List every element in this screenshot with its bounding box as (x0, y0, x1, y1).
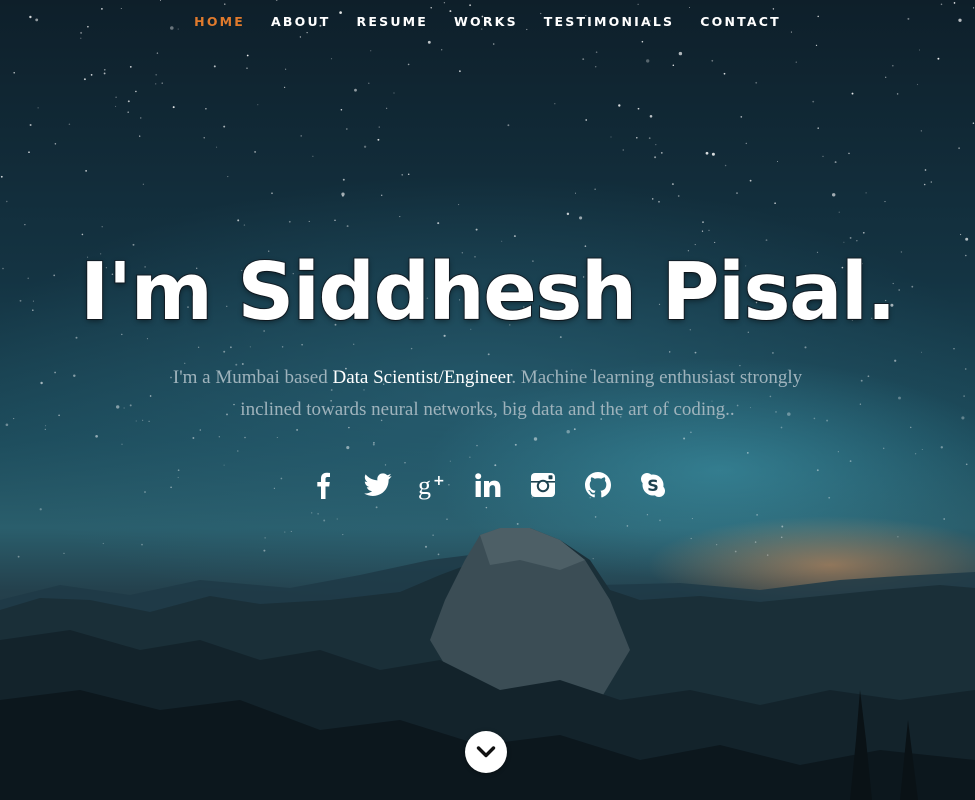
facebook-link[interactable] (295, 465, 350, 505)
main-nav: HOME ABOUT RESUME WORKS TESTIMONIALS CONTACT (0, 0, 975, 44)
skype-link[interactable]: S (625, 465, 680, 505)
google-plus-icon: g + (418, 471, 445, 500)
linkedin-link[interactable] (460, 465, 515, 505)
nav-item-resume[interactable]: RESUME (344, 0, 442, 44)
page-title: I'm Siddhesh Pisal. (79, 245, 897, 339)
nav-item-contact[interactable]: CONTACT (687, 0, 794, 44)
google-plus-link[interactable]: g + (405, 465, 460, 505)
social-links: g + S (0, 465, 975, 505)
svg-text:g: g (418, 471, 431, 500)
linkedin-icon (474, 473, 500, 497)
skype-icon: S (640, 473, 665, 497)
github-icon (584, 472, 611, 498)
twitter-link[interactable] (350, 465, 405, 505)
github-link[interactable] (570, 465, 625, 505)
nav-item-home[interactable]: HOME (181, 0, 258, 44)
chevron-down-icon (476, 746, 496, 758)
instagram-link[interactable] (515, 465, 570, 505)
svg-text:S: S (647, 476, 659, 495)
hero-section: HOME ABOUT RESUME WORKS TESTIMONIALS CONTACT … (0, 0, 975, 800)
scroll-down-button[interactable] (465, 731, 507, 773)
nav-item-testimonials[interactable]: TESTIMONIALS (531, 0, 687, 44)
svg-text:+: + (433, 473, 445, 489)
intro-text-start: I'm a Mumbai based (172, 367, 333, 388)
intro-text: I'm a Mumbai based Data Scientist/Engine… (140, 362, 835, 426)
twitter-icon (363, 473, 392, 496)
instagram-icon (530, 473, 555, 497)
nav-item-about[interactable]: ABOUT (258, 0, 344, 44)
nav-item-works[interactable]: WORKS (441, 0, 531, 44)
intro-role-highlight: Data Scientist/Engineer (332, 367, 512, 388)
facebook-icon (316, 472, 330, 499)
